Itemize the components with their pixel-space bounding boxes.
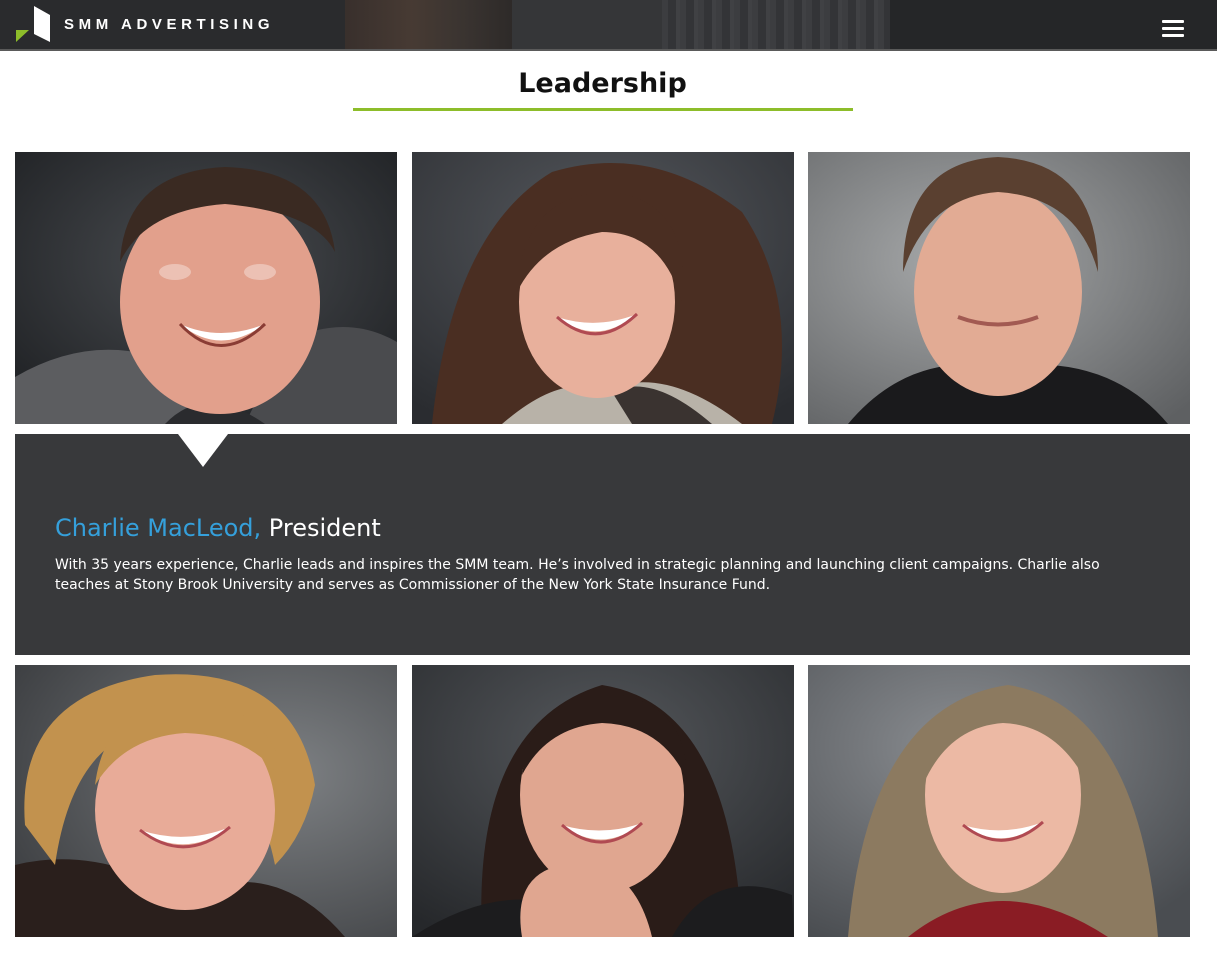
portrait-woman-brown-hair-image bbox=[412, 152, 794, 424]
portrait-man-black-shirt-image bbox=[808, 152, 1190, 424]
bio-heading: Charlie MacLeod, President bbox=[55, 514, 381, 542]
title-underline bbox=[353, 108, 853, 111]
team-photo-5[interactable] bbox=[412, 665, 794, 937]
bio-role: President bbox=[268, 514, 381, 542]
hamburger-icon bbox=[1162, 20, 1184, 23]
logo-text[interactable]: SMM ADVERTISING bbox=[64, 16, 274, 33]
portrait-woman-blonde-short-hair-image bbox=[15, 665, 397, 937]
bio-pointer-arrow bbox=[178, 434, 228, 467]
portrait-woman-dark-hair-hand-on-chin-image bbox=[412, 665, 794, 937]
team-photo-2[interactable] bbox=[412, 152, 794, 424]
bio-description: With 35 years experience, Charlie leads … bbox=[55, 557, 1100, 593]
site-header: SMM ADVERTISING bbox=[0, 0, 1217, 51]
team-photo-6[interactable] bbox=[808, 665, 1190, 937]
page-title: Leadership bbox=[518, 68, 687, 99]
hamburger-icon-bar bbox=[1162, 34, 1184, 37]
header-background-image bbox=[512, 0, 662, 49]
portrait-man-gray-blazer-image bbox=[15, 152, 397, 424]
logo-icon[interactable] bbox=[16, 6, 50, 42]
team-photo-4[interactable] bbox=[15, 665, 397, 937]
hamburger-icon-bar bbox=[1162, 27, 1184, 30]
team-photo-3[interactable] bbox=[808, 152, 1190, 424]
header-background-image bbox=[345, 0, 512, 49]
header-background-image bbox=[662, 0, 890, 49]
portrait-woman-long-hair-red-sweater-image bbox=[808, 665, 1190, 937]
hamburger-menu-button[interactable] bbox=[1162, 20, 1184, 37]
bio-name: Charlie MacLeod, bbox=[55, 514, 262, 542]
bio-panel: Charlie MacLeod, President With 35 years… bbox=[15, 434, 1190, 655]
team-photo-charlie[interactable] bbox=[15, 152, 397, 424]
